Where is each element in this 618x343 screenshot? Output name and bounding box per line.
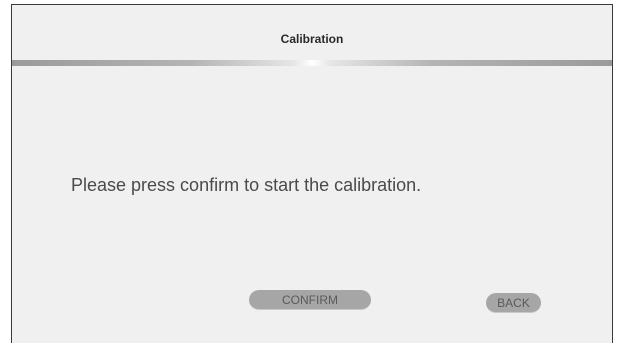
instruction-message: Please press confirm to start the calibr… bbox=[71, 175, 422, 195]
back-button[interactable]: BACK bbox=[486, 293, 541, 313]
calibration-screen: Calibration Please press confirm to star… bbox=[11, 4, 613, 343]
screen-title: Calibration bbox=[280, 32, 344, 46]
header-divider bbox=[12, 60, 612, 66]
confirm-button[interactable]: CONFIRM bbox=[249, 290, 371, 310]
